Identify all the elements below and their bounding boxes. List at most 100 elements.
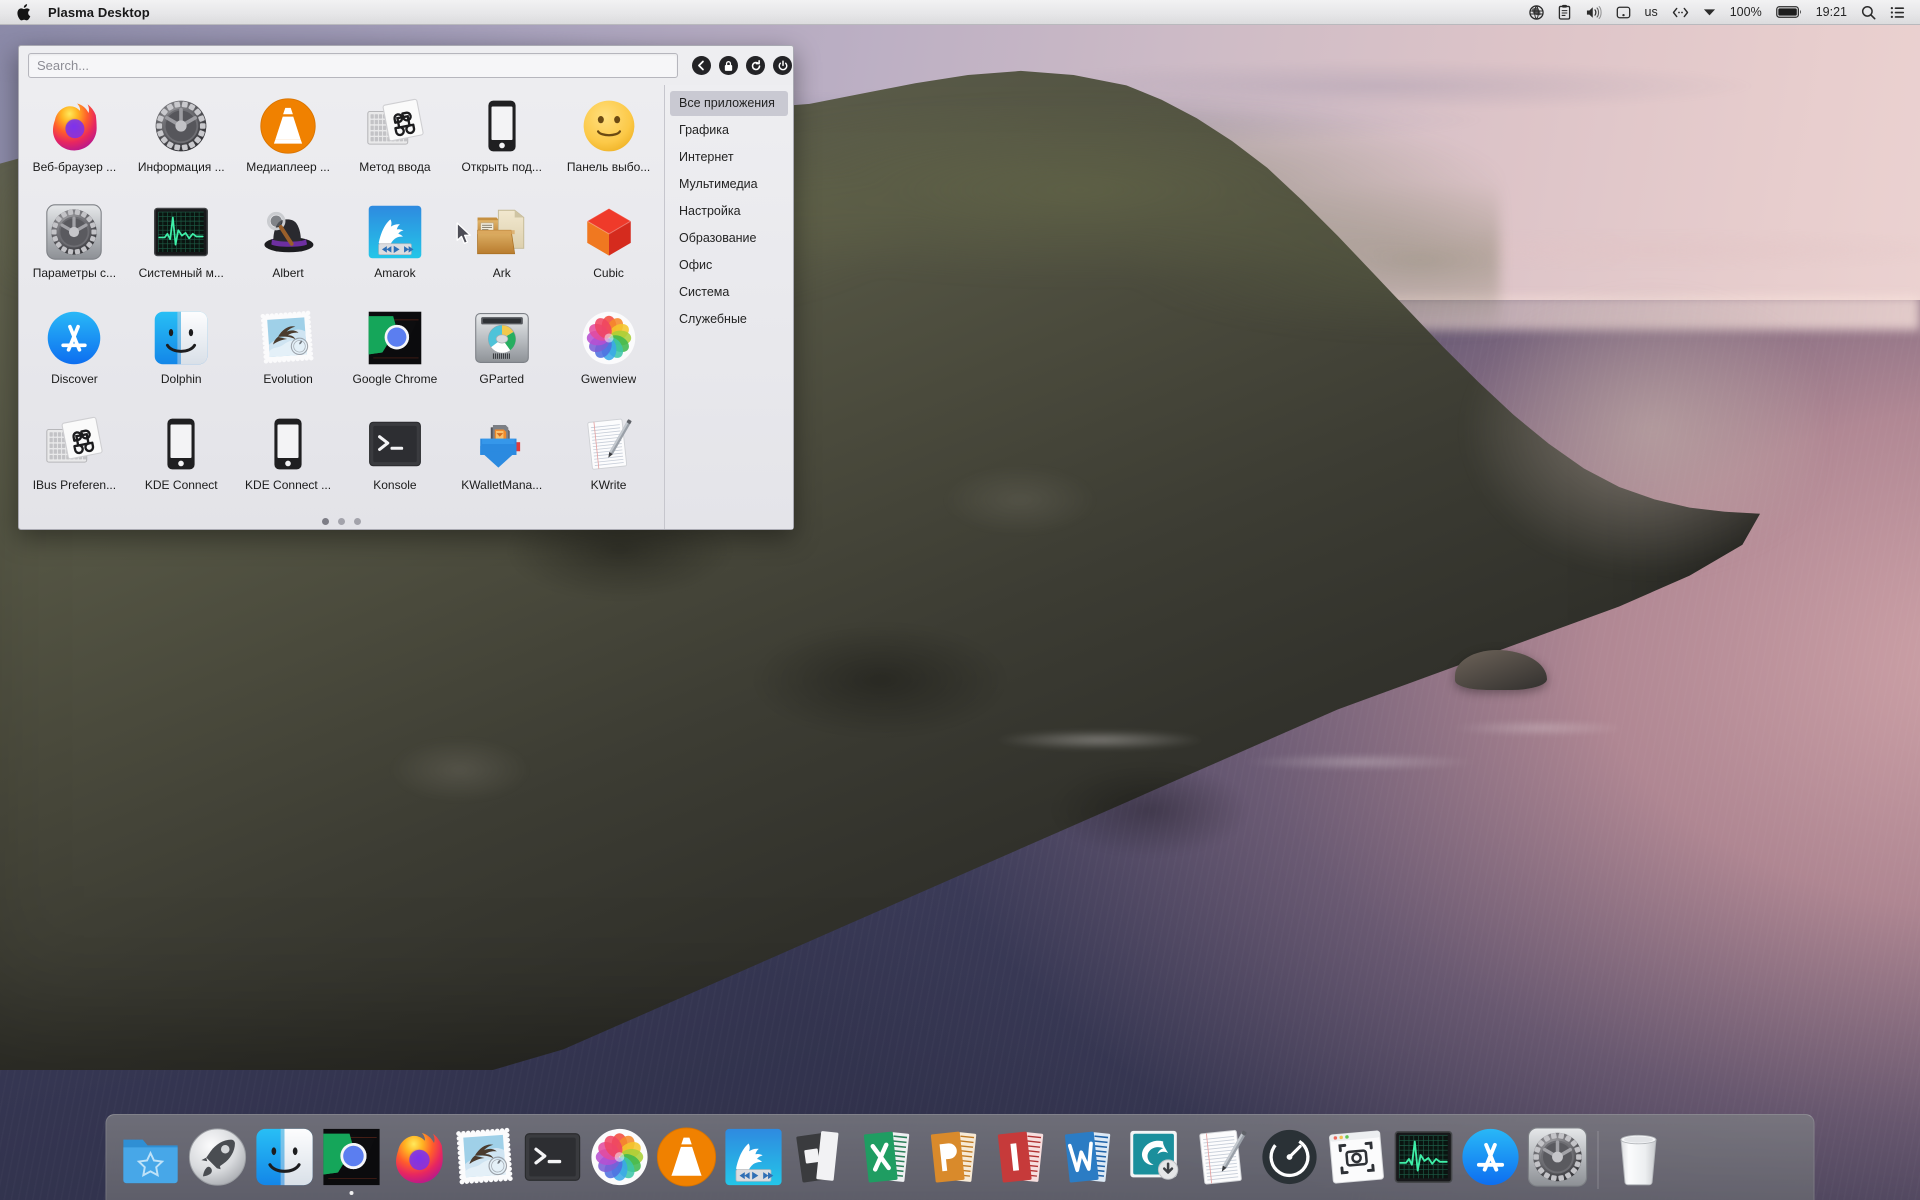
app-tile[interactable]: KDE Connect [128, 407, 235, 513]
dock-item-discover[interactable] [1459, 1122, 1523, 1198]
speedometer-icon [1259, 1126, 1321, 1188]
app-tile[interactable]: KDE Connect ... [235, 407, 342, 513]
keyboard-switch-icon[interactable] [1665, 0, 1696, 25]
app-tile[interactable]: Ark [448, 195, 555, 301]
system-info-gear-icon [152, 97, 210, 155]
app-tile[interactable]: Amarok [342, 195, 449, 301]
restart-button[interactable] [746, 56, 765, 75]
vlc-cone-icon [656, 1126, 718, 1188]
dock-item-excel[interactable] [856, 1122, 920, 1198]
keyboard-layout-label[interactable]: us [1638, 0, 1665, 25]
category-item[interactable]: Образование [670, 226, 788, 251]
app-tile[interactable]: Информация ... [128, 89, 235, 195]
category-item[interactable]: Графика [670, 118, 788, 143]
dock-item-evolution[interactable] [454, 1122, 518, 1198]
app-tile-label: KWrite [590, 478, 627, 492]
office-excel-icon [857, 1126, 919, 1188]
dock-item-amarok[interactable] [722, 1122, 786, 1198]
battery-icon[interactable] [1769, 0, 1809, 25]
app-tile[interactable]: Медиаплеер ... [235, 89, 342, 195]
discover-appstore-icon [45, 309, 103, 367]
app-tile[interactable]: Dolphin [128, 301, 235, 407]
app-tile-label: Веб-браузер ... [32, 160, 117, 174]
category-item[interactable]: Офис [670, 253, 788, 278]
app-tile[interactable]: Метод ввода [342, 89, 449, 195]
page-dot[interactable] [338, 517, 345, 525]
dock-item-screenshot[interactable] [1325, 1122, 1389, 1198]
category-item[interactable]: Интернет [670, 145, 788, 170]
network-globe-icon[interactable] [1522, 0, 1551, 25]
dock-item-vlc[interactable] [655, 1122, 719, 1198]
app-tile[interactable]: Веб-браузер ... [21, 89, 128, 195]
dock-item-dolphin[interactable] [253, 1122, 317, 1198]
menubar-app-title: Plasma Desktop [48, 4, 150, 20]
lock-button[interactable] [719, 56, 738, 75]
app-tile[interactable]: KWrite [555, 407, 662, 513]
dock-item-infopath[interactable] [990, 1122, 1054, 1198]
app-tile[interactable]: GParted [448, 301, 555, 407]
page-dot[interactable] [354, 517, 361, 525]
back-button[interactable] [692, 56, 711, 75]
category-item[interactable]: Все приложения [670, 91, 788, 116]
category-item[interactable]: Настройка [670, 199, 788, 224]
dock-item-konsole[interactable] [521, 1122, 585, 1198]
dock-item-trash[interactable] [1607, 1122, 1671, 1198]
clock-label[interactable]: 19:21 [1809, 0, 1854, 25]
dock-item-bittorrent[interactable] [1124, 1122, 1188, 1198]
dock-item-system-settings[interactable] [1526, 1122, 1590, 1198]
app-tile[interactable]: Gwenview [555, 301, 662, 407]
dock-item-firefox[interactable] [387, 1122, 451, 1198]
dropdown-caret-icon[interactable] [1696, 0, 1723, 25]
dock-item-chrome[interactable] [320, 1122, 384, 1198]
category-item[interactable]: Мультимедиа [670, 172, 788, 197]
power-button[interactable] [773, 56, 792, 75]
dolphin-finder-icon [254, 1126, 316, 1188]
dock-item-kwrite[interactable] [1191, 1122, 1255, 1198]
app-tile[interactable]: Параметры с... [21, 195, 128, 301]
system-tray: us 100% 19:21 [1522, 0, 1920, 25]
apple-logo-icon[interactable] [10, 0, 36, 25]
search-input[interactable] [37, 58, 669, 73]
page-dot[interactable] [322, 517, 329, 525]
gparted-disk-icon [473, 309, 531, 367]
app-tile-label: Метод ввода [359, 160, 431, 174]
app-tile[interactable]: Cubic [555, 195, 662, 301]
dock-item-favorites-folder[interactable] [119, 1122, 183, 1198]
volume-icon[interactable] [1578, 0, 1609, 25]
app-tile[interactable]: Evolution [235, 301, 342, 407]
app-tile[interactable]: Панель выбо... [555, 89, 662, 195]
app-tile[interactable]: IBus Preferen... [21, 407, 128, 513]
disk-icon[interactable] [1609, 0, 1638, 25]
firefox-icon [388, 1126, 450, 1188]
clipboard-icon[interactable] [1551, 0, 1578, 25]
app-tile-label: Ark [492, 266, 511, 280]
dock-item-publisher[interactable] [923, 1122, 987, 1198]
kwrite-notes-icon [1192, 1126, 1254, 1188]
app-tile[interactable]: Konsole [342, 407, 449, 513]
dock-item-keynote[interactable] [789, 1122, 853, 1198]
desktop: Plasma Desktop us 100% 19:21 Search... В… [0, 0, 1920, 1200]
category-item[interactable]: Система [670, 280, 788, 305]
app-tile[interactable]: Системный м... [128, 195, 235, 301]
category-sidebar: Все приложения Графика Интернет Мультимедиа… [665, 85, 793, 529]
spotlight-search-icon[interactable] [1854, 0, 1883, 25]
menu-bar: Plasma Desktop us 100% 19:21 [0, 0, 1920, 25]
dock-item-word[interactable] [1057, 1122, 1121, 1198]
application-grid: Веб-браузер ... Информация ... Медиаплее… [19, 85, 664, 513]
search-field[interactable] [28, 53, 678, 78]
category-item[interactable]: Служебные [670, 307, 788, 332]
app-tile[interactable]: Google Chrome [342, 301, 449, 407]
dock-item-gwenview[interactable] [588, 1122, 652, 1198]
app-tile[interactable]: KWalletMana... [448, 407, 555, 513]
control-center-icon[interactable] [1883, 0, 1912, 25]
launcher-session-buttons [692, 56, 792, 75]
app-tile[interactable]: Открыть под... [448, 89, 555, 195]
app-tile-label: KWalletMana... [461, 478, 543, 492]
app-tile[interactable]: Discover [21, 301, 128, 407]
app-tile[interactable]: Albert [235, 195, 342, 301]
dock-item-activity-monitor[interactable] [1258, 1122, 1322, 1198]
kdeconnect-phone-icon [152, 415, 210, 473]
dock-item-system-monitor[interactable] [1392, 1122, 1456, 1198]
folder-star-icon [120, 1126, 182, 1188]
dock-item-launchpad[interactable] [186, 1122, 250, 1198]
